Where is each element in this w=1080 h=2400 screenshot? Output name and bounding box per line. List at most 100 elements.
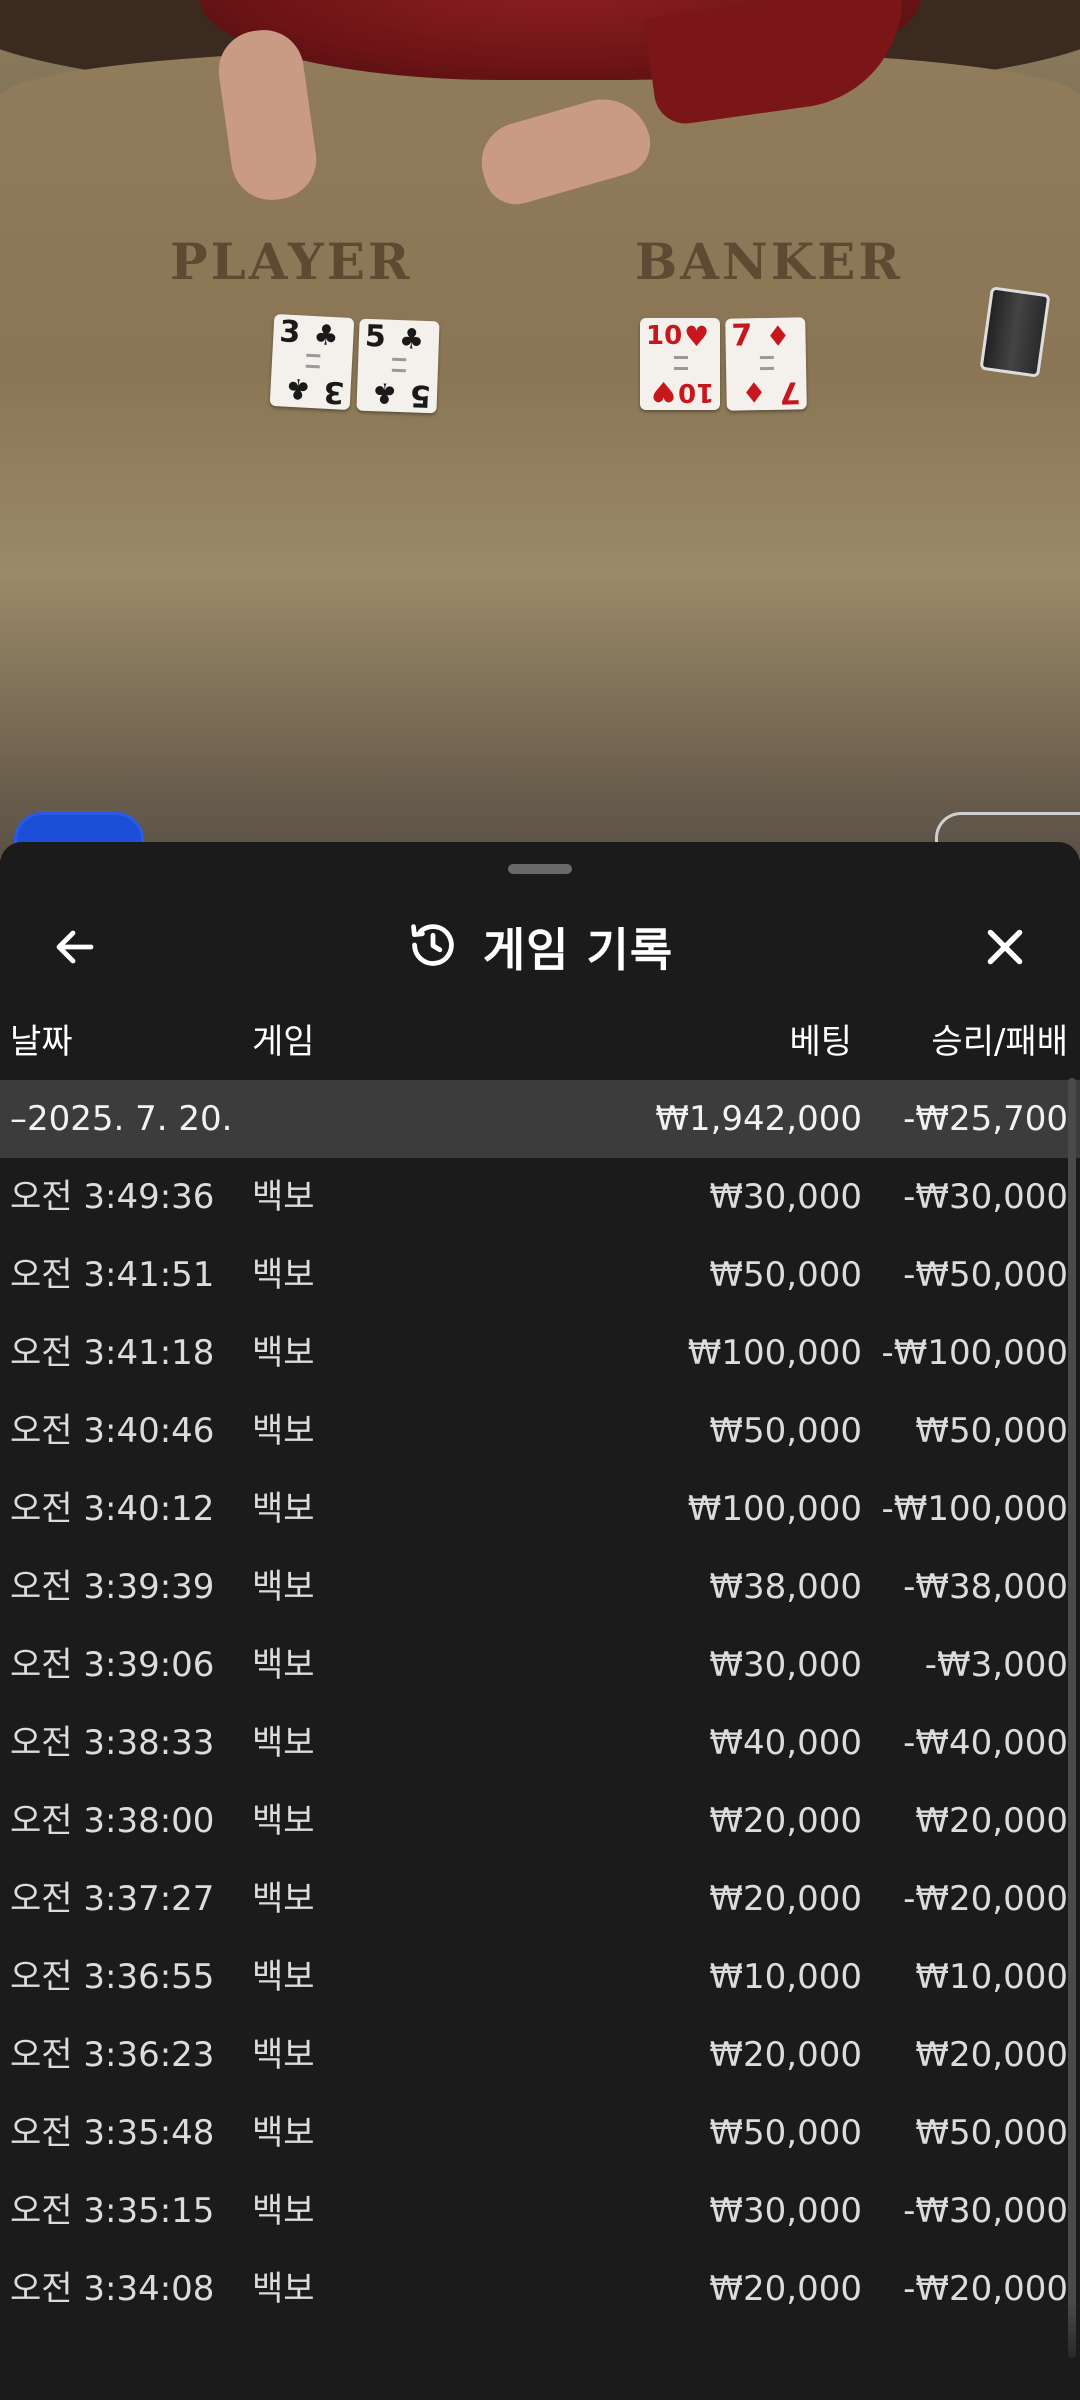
table-row[interactable]: 오전 3:41:18 백보 ₩100,000 -₩100,000 bbox=[0, 1314, 1080, 1392]
row-time: 오전 3:39:39 bbox=[10, 1567, 215, 1607]
date-group-row[interactable]: –2025. 7. 20. ₩1,942,000 -₩25,700 bbox=[0, 1080, 1080, 1158]
table-row[interactable]: 오전 3:36:55 백보 ₩10,000 ₩10,000 bbox=[0, 1938, 1080, 2016]
row-time: 오전 3:34:08 bbox=[10, 2269, 215, 2309]
row-time: 오전 3:41:51 bbox=[10, 1255, 215, 1295]
card-shoe bbox=[979, 286, 1051, 378]
table-row[interactable]: 오전 3:38:00 백보 ₩20,000 ₩20,000 bbox=[0, 1782, 1080, 1860]
card-center-mark bbox=[305, 353, 321, 369]
close-button[interactable] bbox=[970, 914, 1040, 984]
sheet-title: 게임 기록 bbox=[482, 923, 674, 977]
row-time: 오전 3:39:06 bbox=[10, 1645, 215, 1685]
club-suit-icon: ♣ bbox=[371, 376, 398, 410]
sheet-header: 게임 기록 bbox=[0, 892, 1080, 1002]
row-time: 오전 3:36:55 bbox=[10, 1957, 215, 1997]
row-bet: ₩50,000 bbox=[709, 2113, 862, 2153]
table-row[interactable]: 오전 3:49:36 백보 ₩30,000 -₩30,000 bbox=[0, 1158, 1080, 1236]
row-time: 오전 3:37:27 bbox=[10, 1879, 215, 1919]
row-result: -₩100,000 bbox=[881, 1333, 1069, 1373]
row-result: -₩38,000 bbox=[903, 1567, 1068, 1607]
sheet-drag-handle[interactable] bbox=[508, 864, 572, 874]
arrow-left-icon bbox=[51, 923, 99, 975]
table-row[interactable]: 오전 3:39:06 백보 ₩30,000 -₩3,000 bbox=[0, 1626, 1080, 1704]
table-row[interactable]: 오전 3:36:23 백보 ₩20,000 ₩20,000 bbox=[0, 2016, 1080, 2094]
row-bet: ₩20,000 bbox=[709, 1879, 862, 1919]
sheet-title-group: 게임 기록 bbox=[0, 892, 1080, 1002]
row-result: -₩100,000 bbox=[881, 1489, 1069, 1529]
player-card-1: 3 ♣ 3 ♣ bbox=[269, 313, 355, 411]
row-result: -₩40,000 bbox=[903, 1723, 1068, 1763]
row-result: -₩20,000 bbox=[903, 1879, 1068, 1919]
row-bet: ₩38,000 bbox=[709, 1567, 862, 1607]
row-game: 백보 bbox=[252, 1177, 315, 1217]
heart-suit-icon: ♥ bbox=[684, 320, 710, 353]
row-game: 백보 bbox=[252, 2269, 315, 2309]
row-game: 백보 bbox=[252, 2191, 315, 2231]
row-time: 오전 3:35:48 bbox=[10, 2113, 215, 2153]
row-time: 오전 3:40:46 bbox=[10, 1411, 215, 1451]
player-card-2: 5 ♣ 5 ♣ bbox=[356, 318, 440, 414]
history-list: –2025. 7. 20. ₩1,942,000 -₩25,700 오전 3:4… bbox=[0, 1080, 1080, 2328]
row-result: -₩30,000 bbox=[903, 1177, 1068, 1217]
row-result: ₩50,000 bbox=[915, 1411, 1068, 1451]
table-row[interactable]: 오전 3:35:15 백보 ₩30,000 -₩30,000 bbox=[0, 2172, 1080, 2250]
diamond-suit-icon: ♦ bbox=[741, 374, 767, 409]
row-game: 백보 bbox=[252, 1957, 315, 1997]
card-rank: 5 bbox=[364, 318, 387, 355]
row-bet: ₩20,000 bbox=[709, 2269, 862, 2309]
table-row[interactable]: 오전 3:39:39 백보 ₩38,000 -₩38,000 bbox=[0, 1548, 1080, 1626]
card-rank: 7 bbox=[779, 374, 801, 410]
card-center-mark bbox=[759, 355, 775, 371]
row-game: 백보 bbox=[252, 1879, 315, 1919]
row-result: -₩3,000 bbox=[924, 1645, 1068, 1685]
table-row[interactable]: 오전 3:37:27 백보 ₩20,000 -₩20,000 bbox=[0, 1860, 1080, 1938]
card-rank: 10 bbox=[646, 321, 683, 351]
row-result: ₩10,000 bbox=[915, 1957, 1068, 1997]
row-bet: ₩50,000 bbox=[709, 1411, 862, 1451]
game-history-sheet: 게임 기록 날짜 게임 베팅 승리/패배 –2025. 7. 20. ₩1,94… bbox=[0, 842, 1080, 2400]
row-game: 백보 bbox=[252, 1567, 315, 1607]
column-header-game[interactable]: 게임 bbox=[252, 1016, 315, 1068]
club-suit-icon: ♣ bbox=[312, 318, 340, 353]
row-game: 백보 bbox=[252, 1255, 315, 1295]
history-scrollbar[interactable] bbox=[1068, 1078, 1076, 2358]
table-row[interactable]: 오전 3:40:46 백보 ₩50,000 ₩50,000 bbox=[0, 1392, 1080, 1470]
row-game: 백보 bbox=[252, 1801, 315, 1841]
banker-card-1: 10 ♥ 10 ♥ bbox=[640, 318, 720, 410]
table-row[interactable]: 오전 3:38:33 백보 ₩40,000 -₩40,000 bbox=[0, 1704, 1080, 1782]
row-time: 오전 3:40:12 bbox=[10, 1489, 215, 1529]
scrollbar-thumb[interactable] bbox=[1068, 1078, 1076, 2358]
heart-suit-icon: ♥ bbox=[650, 375, 676, 408]
column-header-bet[interactable]: 베팅 bbox=[789, 1016, 852, 1068]
back-button[interactable] bbox=[40, 914, 110, 984]
row-game: 백보 bbox=[252, 1333, 315, 1373]
column-header-result[interactable]: 승리/패배 bbox=[931, 1016, 1068, 1068]
row-game: 백보 bbox=[252, 2035, 315, 2075]
column-header-date[interactable]: 날짜 bbox=[10, 1016, 73, 1068]
row-time: 오전 3:41:18 bbox=[10, 1333, 215, 1373]
table-row[interactable]: 오전 3:40:12 백보 ₩100,000 -₩100,000 bbox=[0, 1470, 1080, 1548]
row-result: ₩20,000 bbox=[915, 2035, 1068, 2075]
row-game: 백보 bbox=[252, 1645, 315, 1685]
row-bet: ₩10,000 bbox=[709, 1957, 862, 1997]
banker-label: BANKER bbox=[635, 232, 903, 291]
row-time: 오전 3:49:36 bbox=[10, 1177, 215, 1217]
row-time: 오전 3:35:15 bbox=[10, 2191, 215, 2231]
table-row[interactable]: 오전 3:41:51 백보 ₩50,000 -₩50,000 bbox=[0, 1236, 1080, 1314]
row-bet: ₩30,000 bbox=[709, 2191, 862, 2231]
player-label: PLAYER bbox=[170, 232, 413, 291]
row-game: 백보 bbox=[252, 1723, 315, 1763]
row-game: 백보 bbox=[252, 1489, 315, 1529]
table-row[interactable]: 오전 3:34:08 백보 ₩20,000 -₩20,000 bbox=[0, 2250, 1080, 2328]
card-center-mark bbox=[674, 356, 688, 370]
table-row[interactable]: 오전 3:35:48 백보 ₩50,000 ₩50,000 bbox=[0, 2094, 1080, 2172]
row-result: -₩50,000 bbox=[903, 1255, 1068, 1295]
row-time: 오전 3:36:23 bbox=[10, 2035, 215, 2075]
card-rank: 3 bbox=[278, 314, 302, 351]
banker-card-2: 7 ♦ 7 ♦ bbox=[725, 317, 807, 411]
card-rank: 10 bbox=[677, 377, 714, 407]
row-result: -₩20,000 bbox=[903, 2269, 1068, 2309]
club-suit-icon: ♣ bbox=[398, 322, 425, 356]
live-video-feed: PLAYER BANKER 3 ♣ 3 ♣ 5 ♣ 5 ♣ 10 ♥ 10 ♥ … bbox=[0, 0, 1080, 860]
history-icon bbox=[407, 919, 459, 975]
row-game: 백보 bbox=[252, 2113, 315, 2153]
